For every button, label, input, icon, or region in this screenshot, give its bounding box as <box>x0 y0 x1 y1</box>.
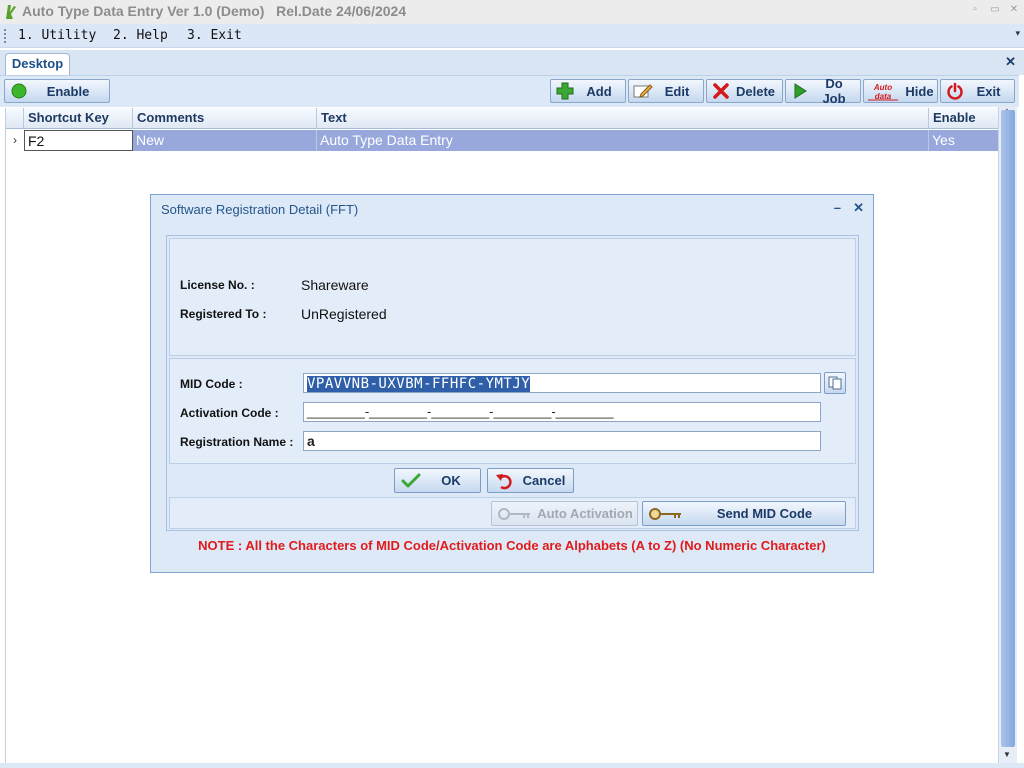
restore-button[interactable]: ▭ <box>988 3 1002 17</box>
activation-code-mask: ________-________-________-________-____… <box>307 404 614 419</box>
dialog-body: License No. : Shareware Registered To : … <box>166 235 859 531</box>
mid-code-label: MID Code : <box>180 377 243 391</box>
registered-to-value: UnRegistered <box>301 306 387 322</box>
send-mid-code-label: Send MID Code <box>716 506 813 521</box>
edit-label: Edit <box>664 83 690 99</box>
license-label: License No. : <box>180 278 255 292</box>
window-close-button[interactable]: ✕ <box>1007 3 1021 17</box>
code-fields-panel: MID Code : VPAVVNB-UXVBM-FFHFC-YMTJY Act… <box>169 358 856 464</box>
cell-shortcut-key[interactable]: F2 <box>24 130 133 151</box>
scroll-down-icon[interactable]: ▼ <box>1003 750 1011 759</box>
menu-bar: 1. Utility 2. Help 3. Exit ▾ <box>0 24 1024 48</box>
enable-label: Enable <box>46 83 90 99</box>
mid-code-field[interactable]: VPAVVNB-UXVBM-FFHFC-YMTJY <box>303 373 821 393</box>
cancel-button[interactable]: Cancel <box>487 468 574 493</box>
tab-close-icon[interactable]: ✕ <box>1005 54 1016 70</box>
grid-header: Shortcut Key Comments Text Enable <box>6 108 999 129</box>
toolbar: Enable Add Edit Delete Do Job Auto data <box>0 75 1019 107</box>
delete-label: Delete <box>735 83 776 99</box>
ok-label: OK <box>441 473 461 488</box>
registration-name-field[interactable]: a <box>303 431 821 451</box>
exit-label: Exit <box>976 83 1001 99</box>
note-text: NOTE : All the Characters of MID Code/Ac… <box>198 538 826 553</box>
delete-button[interactable]: Delete <box>706 79 783 103</box>
send-mid-code-button[interactable]: Send MID Code <box>642 501 846 526</box>
auto-activation-button[interactable]: Auto Activation <box>491 501 638 526</box>
activation-code-label: Activation Code : <box>180 406 279 420</box>
auto-data-logo-icon: Auto data <box>866 82 900 101</box>
minimize-button[interactable]: ▫ <box>968 3 982 17</box>
dialog-close-button[interactable]: ✕ <box>853 200 864 216</box>
registration-dialog: Software Registration Detail (FFT) – ✕ L… <box>150 194 874 573</box>
cancel-label: Cancel <box>522 473 566 488</box>
scroll-thumb[interactable] <box>1001 110 1015 747</box>
column-text[interactable]: Text <box>317 108 929 129</box>
edit-button[interactable]: Edit <box>628 79 704 103</box>
license-value: Shareware <box>301 277 369 293</box>
red-x-icon <box>711 82 731 100</box>
window-title: Auto Type Data Entry Ver 1.0 (Demo) Rel.… <box>22 3 407 19</box>
undo-arrow-icon <box>493 472 515 490</box>
mid-code-value: VPAVVNB-UXVBM-FFHFC-YMTJY <box>307 376 531 392</box>
column-comments[interactable]: Comments <box>133 108 317 129</box>
column-enable[interactable]: Enable <box>929 108 999 129</box>
row-indicator-icon: › <box>13 133 17 147</box>
power-icon <box>945 82 965 100</box>
copy-icon <box>828 376 842 390</box>
pencil-icon <box>633 82 653 100</box>
menu-utility[interactable]: 1. Utility <box>18 28 96 43</box>
column-shortcut-key[interactable]: Shortcut Key <box>24 108 133 129</box>
cell-text[interactable]: Auto Type Data Entry <box>317 130 929 151</box>
menu-exit[interactable]: 3. Exit <box>187 28 242 43</box>
vertical-scrollbar[interactable]: ▲ ▼ <box>998 106 1017 763</box>
checkmark-icon <box>400 472 422 490</box>
dialog-minimize-button[interactable]: – <box>834 200 841 215</box>
add-button[interactable]: Add <box>550 79 626 103</box>
logo-text-line1: Auto <box>873 83 892 92</box>
exit-button[interactable]: Exit <box>940 79 1015 103</box>
activation-code-field[interactable]: ________-________-________-________-____… <box>303 402 821 422</box>
registration-name-label: Registration Name : <box>180 435 294 449</box>
tab-strip: Desktop ✕ <box>0 50 1024 75</box>
green-dot-icon <box>9 82 29 100</box>
chevron-down-icon[interactable]: ▾ <box>1015 28 1020 39</box>
dialog-title: Software Registration Detail (FFT) <box>161 202 359 217</box>
registration-name-value: a <box>307 433 315 449</box>
registered-to-label: Registered To : <box>180 307 267 321</box>
title-bar: Auto Type Data Entry Ver 1.0 (Demo) Rel.… <box>0 0 1024 24</box>
tab-desktop[interactable]: Desktop <box>5 53 70 75</box>
auto-activation-label: Auto Activation <box>537 506 633 521</box>
status-strip <box>0 763 1024 768</box>
app-logo-icon <box>6 5 16 19</box>
key-icon <box>648 505 684 523</box>
do-job-button[interactable]: Do Job <box>785 76 861 106</box>
license-info-panel: License No. : Shareware Registered To : … <box>169 238 856 356</box>
cell-enable[interactable]: Yes <box>929 130 999 151</box>
table-row[interactable]: › F2 New Auto Type Data Entry Yes <box>6 130 999 151</box>
ok-button[interactable]: OK <box>394 468 481 493</box>
play-icon <box>790 82 810 100</box>
plus-icon <box>555 82 575 100</box>
menu-grip-icon <box>4 29 7 43</box>
hide-label: Hide <box>905 83 934 99</box>
activation-actions-panel: Auto Activation Send MID Code <box>169 497 856 529</box>
do-job-label: Do Job <box>822 76 846 106</box>
copy-button[interactable] <box>824 372 846 394</box>
menu-help[interactable]: 2. Help <box>113 28 168 43</box>
add-label: Add <box>586 83 612 99</box>
cell-comments[interactable]: New <box>133 130 317 151</box>
hide-button[interactable]: Auto data Hide <box>863 79 938 103</box>
key-icon-disabled <box>497 505 533 523</box>
header-indicator <box>6 108 24 129</box>
enable-button[interactable]: Enable <box>4 79 110 103</box>
